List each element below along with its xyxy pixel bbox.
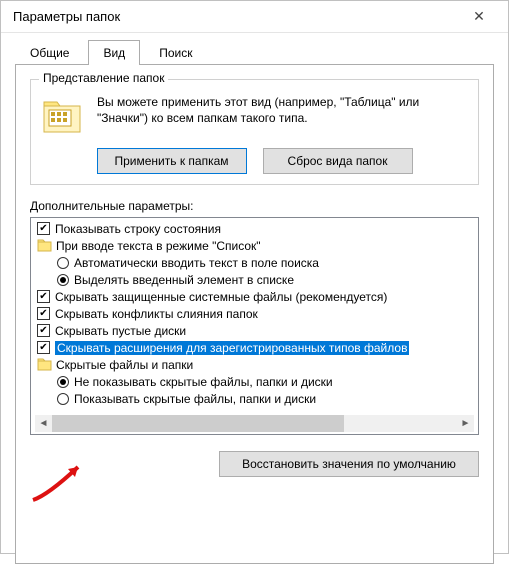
groupbox-text: Вы можете применить этот вид (например, …: [97, 94, 468, 136]
tree-row[interactable]: Автоматически вводить текст в поле поиск…: [35, 254, 478, 271]
advanced-settings-tree[interactable]: Показывать строку состояния При вводе тек…: [30, 217, 479, 435]
scroll-left-button[interactable]: ◄: [35, 415, 52, 432]
titlebar: Параметры папок ✕: [1, 1, 508, 33]
tab-row: Общие Вид Поиск: [1, 33, 508, 64]
radio-icon[interactable]: [57, 274, 69, 286]
tree-row[interactable]: Скрывать расширения для зарегистрированн…: [35, 339, 478, 356]
checkbox-icon[interactable]: [37, 341, 50, 354]
tree-item-label: При вводе текста в режиме "Список": [56, 239, 261, 253]
tree-item-label: Скрытые файлы и папки: [56, 358, 193, 372]
scrollbar-thumb[interactable]: [52, 415, 344, 432]
restore-defaults-button[interactable]: Восстановить значения по умолчанию: [219, 451, 479, 477]
tree-item-label: Не показывать скрытые файлы, папки и дис…: [74, 375, 333, 389]
tab-search[interactable]: Поиск: [144, 40, 207, 65]
folder-icon: [37, 239, 52, 252]
reset-folder-view-button[interactable]: Сброс вида папок: [263, 148, 413, 174]
tab-general[interactable]: Общие: [15, 40, 84, 65]
tree-row[interactable]: При вводе текста в режиме "Список": [35, 237, 478, 254]
radio-icon[interactable]: [57, 376, 69, 388]
close-icon: ✕: [473, 8, 485, 25]
groupbox-title: Представление папок: [39, 71, 168, 85]
folder-views-groupbox: Представление папок Вы можете применить …: [30, 79, 479, 185]
scrollbar-track[interactable]: [52, 415, 457, 432]
tree-item-label: Выделять введенный элемент в списке: [74, 273, 294, 287]
checkbox-icon[interactable]: [37, 307, 50, 320]
tree-row[interactable]: Скрывать пустые диски: [35, 322, 478, 339]
tree-row[interactable]: Скрытые файлы и папки: [35, 356, 478, 373]
tab-content: Представление папок Вы можете применить …: [15, 64, 494, 564]
window-title: Параметры папок: [13, 9, 458, 24]
tree-row[interactable]: Показывать скрытые файлы, папки и диски: [35, 390, 478, 407]
checkbox-icon[interactable]: [37, 290, 50, 303]
folder-icon: [37, 358, 52, 371]
checkbox-icon[interactable]: [37, 324, 50, 337]
tree-item-label: Скрывать пустые диски: [55, 324, 186, 338]
tab-view[interactable]: Вид: [88, 40, 140, 65]
tree-row[interactable]: Не показывать скрытые файлы, папки и дис…: [35, 373, 478, 390]
apply-to-folders-button[interactable]: Применить к папкам: [97, 148, 247, 174]
tree-row[interactable]: Показывать строку состояния: [35, 220, 478, 237]
close-button[interactable]: ✕: [458, 1, 500, 33]
tree-item-label: Скрывать защищенные системные файлы (рек…: [55, 290, 387, 304]
advanced-settings-label: Дополнительные параметры:: [30, 199, 479, 213]
horizontal-scrollbar[interactable]: ◄ ►: [35, 415, 474, 432]
tree-item-label: Скрывать конфликты слияния папок: [55, 307, 258, 321]
tree-item-label: Показывать строку состояния: [55, 222, 221, 236]
checkbox-icon[interactable]: [37, 222, 50, 235]
tree-row[interactable]: Скрывать защищенные системные файлы (рек…: [35, 288, 478, 305]
folder-view-icon: [41, 94, 83, 136]
scroll-right-button[interactable]: ►: [457, 415, 474, 432]
tree-row[interactable]: Выделять введенный элемент в списке: [35, 271, 478, 288]
radio-icon[interactable]: [57, 257, 69, 269]
tree-row[interactable]: Скрывать конфликты слияния папок: [35, 305, 478, 322]
tree-item-label: Показывать скрытые файлы, папки и диски: [74, 392, 316, 406]
radio-icon[interactable]: [57, 393, 69, 405]
tree-item-label: Скрывать расширения для зарегистрированн…: [55, 341, 409, 355]
tree-item-label: Автоматически вводить текст в поле поиск…: [74, 256, 319, 270]
